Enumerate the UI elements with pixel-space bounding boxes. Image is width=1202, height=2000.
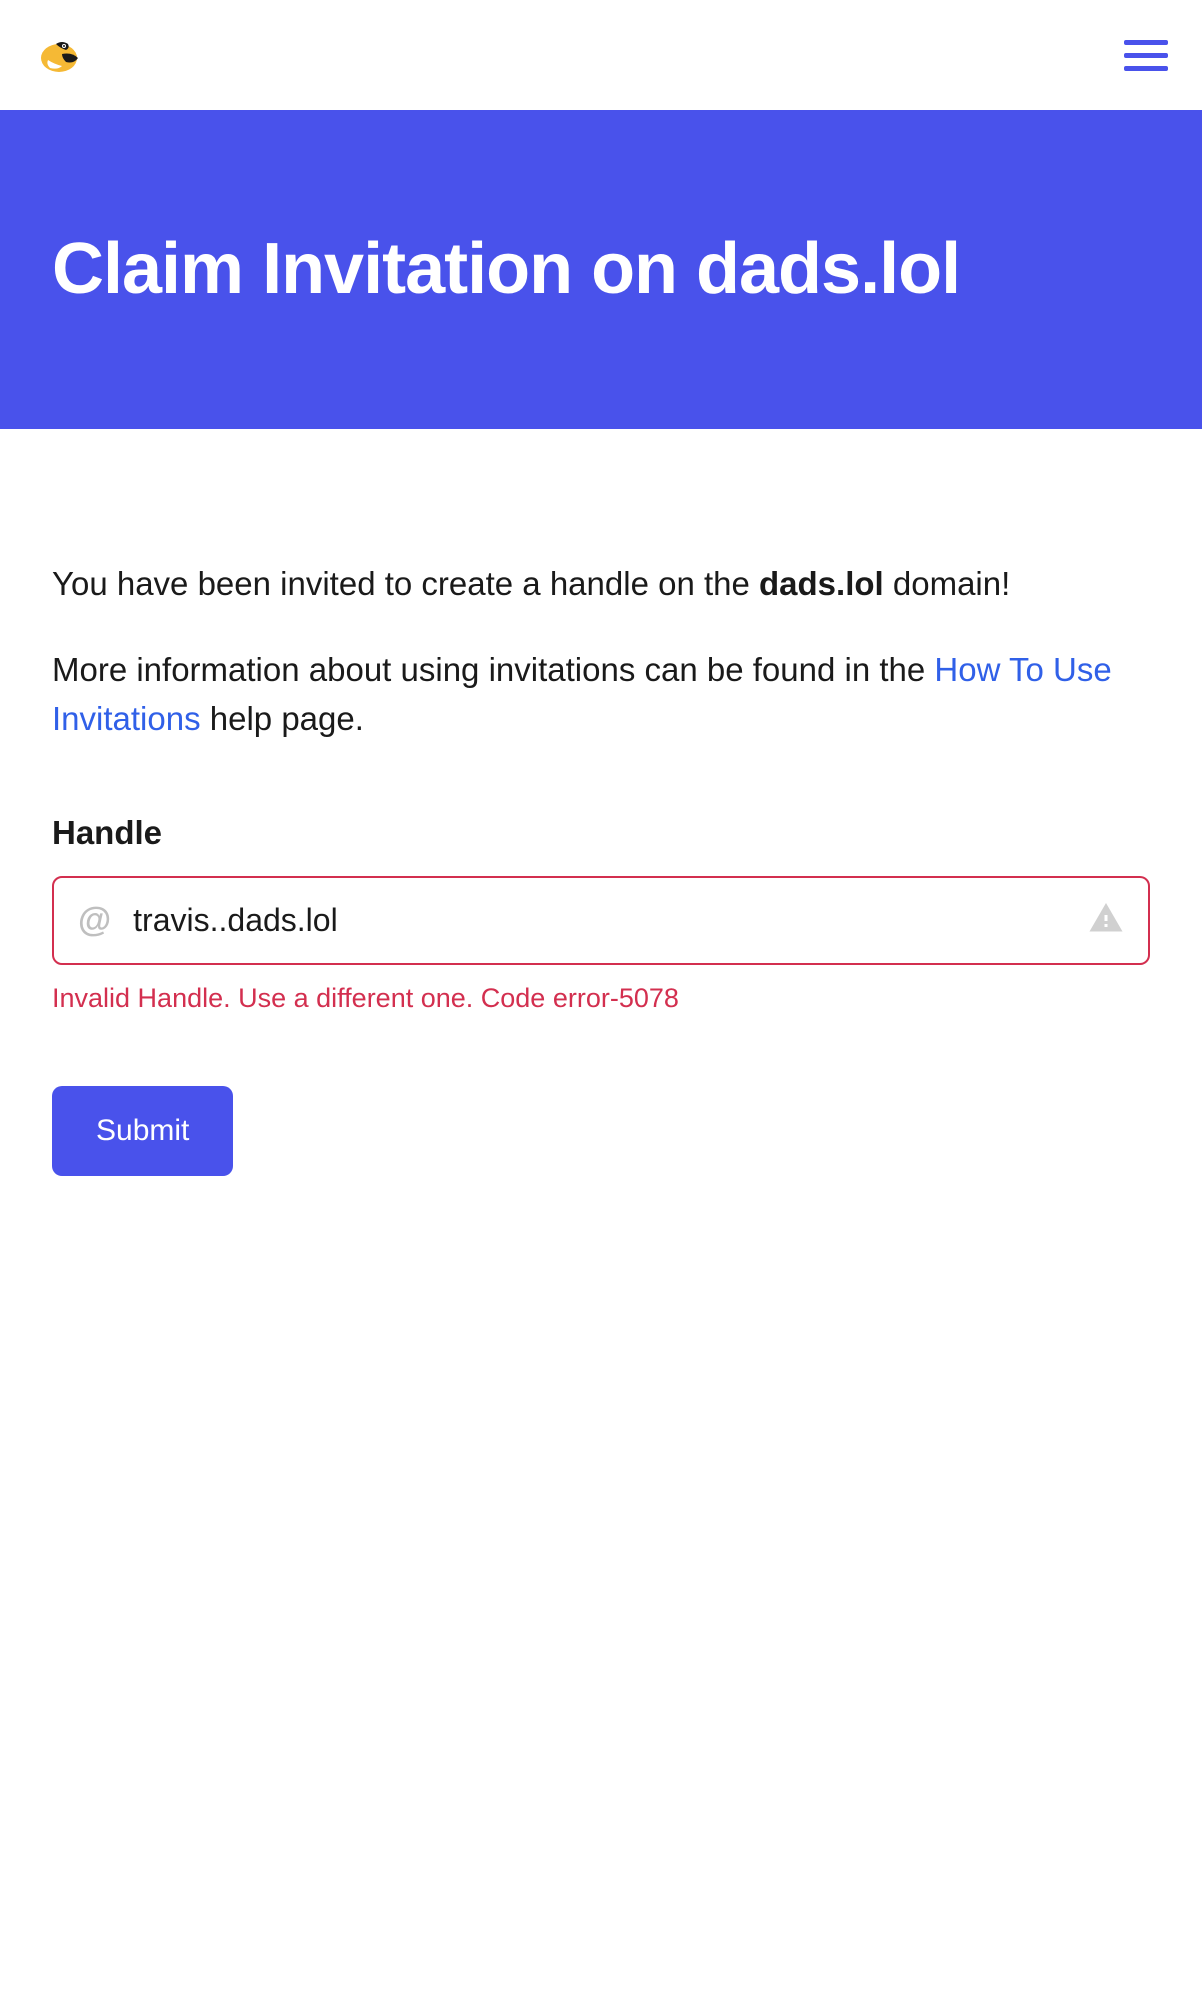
intro-domain: dads.lol <box>759 565 884 602</box>
menu-button[interactable] <box>1124 40 1168 71</box>
more-info-suffix: help page. <box>201 700 364 737</box>
warning-icon <box>1088 900 1124 941</box>
page-title: Claim Invitation on dads.lol <box>52 230 1150 309</box>
intro-suffix: domain! <box>884 565 1011 602</box>
intro-text: You have been invited to create a handle… <box>52 559 1150 609</box>
error-message: Invalid Handle. Use a different one. Cod… <box>52 983 1150 1014</box>
handle-input[interactable] <box>133 902 1088 939</box>
bird-logo[interactable] <box>34 30 84 80</box>
hamburger-line <box>1124 40 1168 45</box>
handle-input-wrapper: @ <box>52 876 1150 965</box>
main-content: You have been invited to create a handle… <box>0 429 1202 1176</box>
hamburger-line <box>1124 53 1168 58</box>
navbar <box>0 0 1202 110</box>
at-icon: @ <box>78 901 111 940</box>
handle-label: Handle <box>52 814 1150 852</box>
submit-button[interactable]: Submit <box>52 1086 233 1176</box>
hamburger-line <box>1124 66 1168 71</box>
more-info-text: More information about using invitations… <box>52 645 1150 744</box>
more-info-prefix: More information about using invitations… <box>52 651 934 688</box>
hero-section: Claim Invitation on dads.lol <box>0 110 1202 429</box>
intro-prefix: You have been invited to create a handle… <box>52 565 759 602</box>
